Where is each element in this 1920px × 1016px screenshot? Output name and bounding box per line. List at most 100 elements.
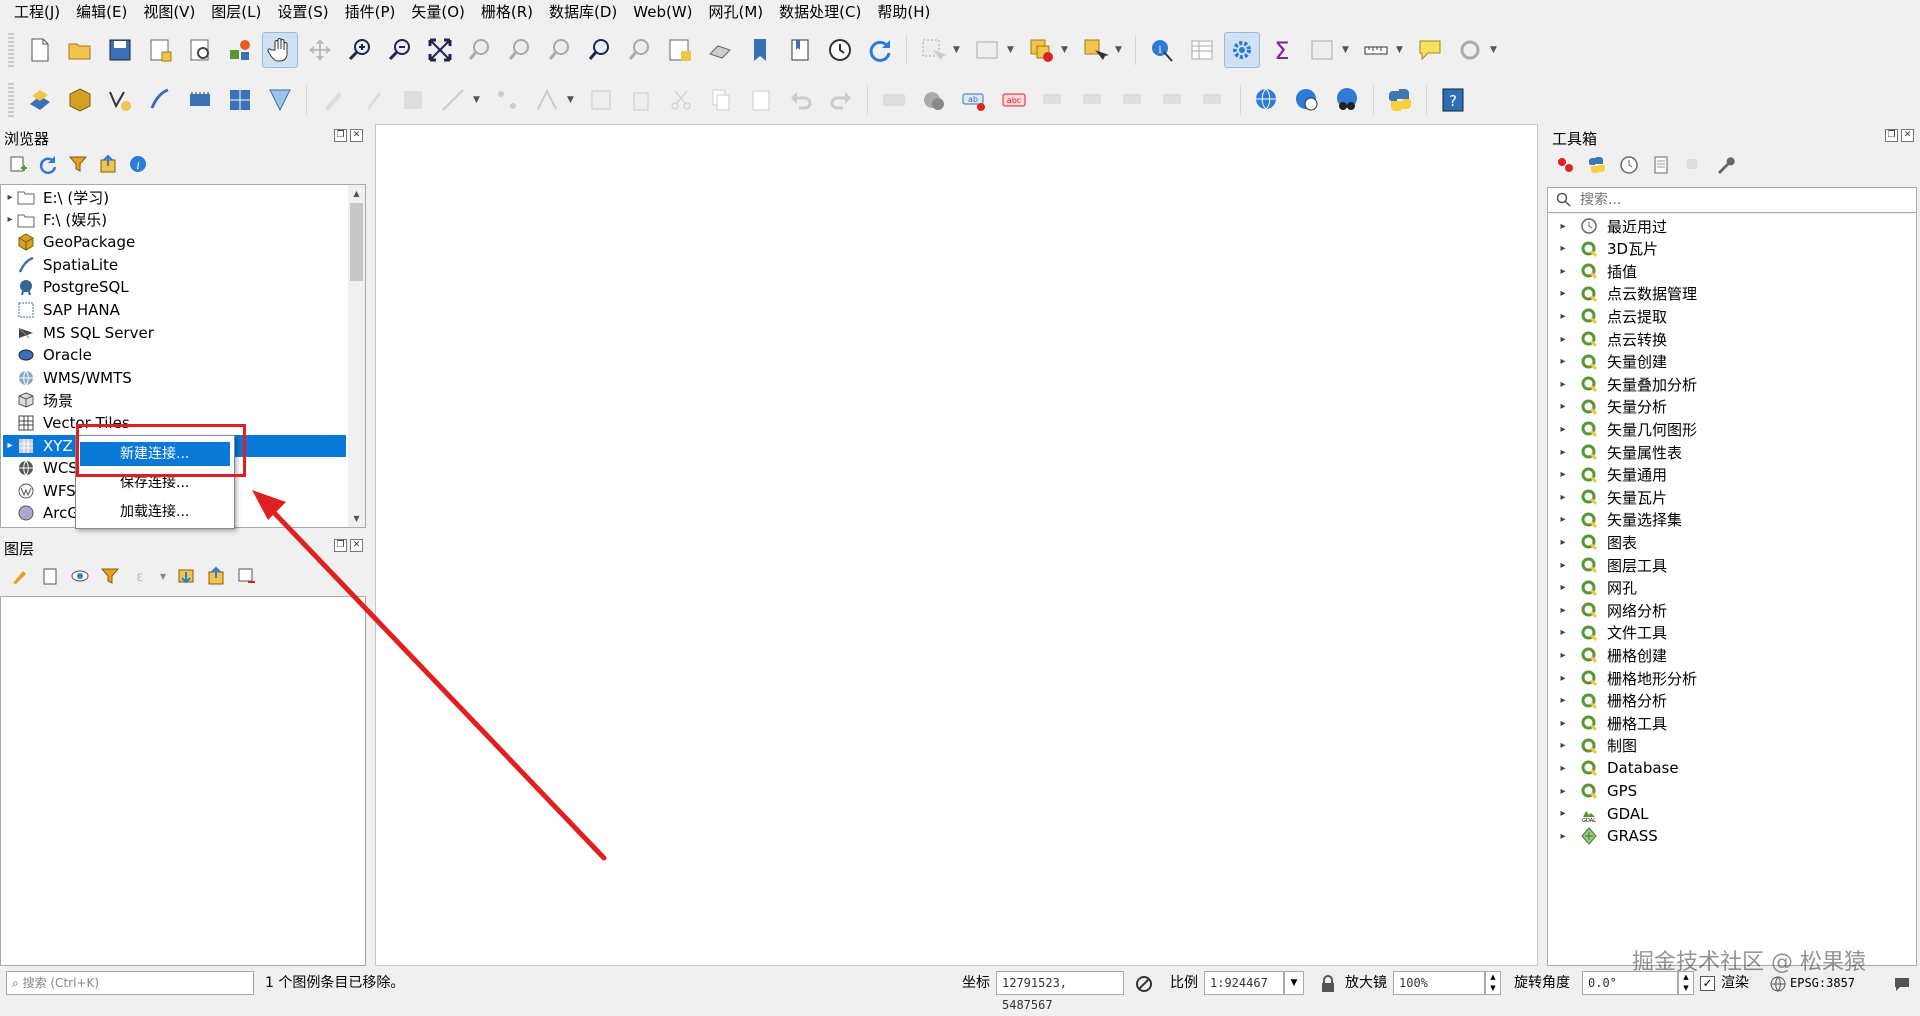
expand-arrow-icon[interactable]: ▸ [1556, 627, 1570, 638]
toolbox-group[interactable]: ▸ 网络分析 [1556, 599, 1667, 621]
toolbox-group[interactable]: ▸ 矢量瓦片 [1556, 486, 1667, 508]
magnifier-field[interactable]: 100% [1393, 971, 1485, 995]
scale-field[interactable]: 1:924467 [1204, 971, 1284, 995]
show-hide-labels-icon[interactable] [1076, 82, 1112, 118]
options-wrench-icon[interactable] [1715, 155, 1735, 175]
toolbox-group[interactable]: ▸ 栅格创建 [1556, 644, 1667, 666]
processing-gear-icon[interactable] [1224, 32, 1260, 68]
refresh-icon[interactable] [38, 154, 58, 174]
expand-arrow-icon[interactable]: ▸ [1556, 808, 1570, 819]
toolbox-group[interactable]: ▸ 制图 [1556, 735, 1637, 757]
expand-arrow-icon[interactable]: ▸ [1556, 401, 1570, 412]
browser-item[interactable]: 场景 [3, 389, 343, 411]
style-manager-icon[interactable] [222, 32, 258, 68]
history-icon[interactable] [1619, 155, 1639, 175]
toolbox-group[interactable]: ▸ 栅格分析 [1556, 690, 1667, 712]
select-location-icon[interactable] [1077, 32, 1113, 68]
zoom-to-selection-icon[interactable] [462, 32, 498, 68]
metasearch-icon[interactable] [1329, 82, 1365, 118]
menu-item[interactable]: 工程(J) [6, 0, 68, 24]
dropdown-arrow-icon[interactable]: ▼ [953, 45, 963, 55]
expand-arrow-icon[interactable]: ▸ [3, 440, 17, 451]
pan-hand-icon[interactable] [262, 32, 298, 68]
statistics-sigma-icon[interactable]: Σ [1264, 32, 1300, 68]
info-icon[interactable]: i [128, 154, 148, 174]
float-panel-icon[interactable]: ❐ [1885, 129, 1898, 142]
expand-arrow-icon[interactable]: ▸ [3, 192, 17, 203]
filter-legend-icon[interactable] [100, 566, 120, 586]
zoom-in-icon[interactable] [342, 32, 378, 68]
close-panel-icon[interactable]: ✕ [350, 129, 363, 142]
toolbox-group[interactable]: ▸ 插值 [1556, 260, 1637, 282]
undo-icon[interactable] [783, 82, 819, 118]
add-wfs-layer-icon[interactable] [1289, 82, 1325, 118]
select-by-value-icon[interactable] [969, 32, 1005, 68]
toolbox-group[interactable]: ▸ 网孔 [1556, 577, 1637, 599]
dropdown-arrow-icon[interactable]: ▼ [1396, 45, 1406, 55]
expand-arrow-icon[interactable]: ▸ [1556, 831, 1570, 842]
expand-arrow-icon[interactable]: ▸ [1556, 469, 1570, 480]
expand-arrow-icon[interactable]: ▸ [1556, 514, 1570, 525]
save-project-icon[interactable] [102, 32, 138, 68]
layer-diagram-icon[interactable]: abc [996, 82, 1032, 118]
browser-item[interactable]: SAP HANA [3, 299, 343, 321]
dropdown-arrow-icon[interactable]: ▼ [1490, 45, 1500, 55]
expand-arrow-icon[interactable]: ▸ [1556, 740, 1570, 751]
new-3d-view-icon[interactable] [702, 32, 738, 68]
collapse-all-icon[interactable] [206, 566, 226, 586]
add-layer-icon[interactable] [8, 154, 28, 174]
new-print-layout-icon[interactable] [142, 32, 178, 68]
expand-arrow-icon[interactable]: ▸ [1556, 311, 1570, 322]
new-shapefile-layer-icon[interactable] [102, 82, 138, 118]
magnifier-spinner[interactable]: ▲ ▼ [1485, 971, 1501, 995]
toolbox-group[interactable]: ▸ GPS [1556, 780, 1637, 802]
crs-globe-icon[interactable] [1770, 976, 1786, 992]
scroll-up-icon[interactable]: ▲ [348, 185, 365, 202]
add-wms-layer-icon[interactable] [1249, 82, 1285, 118]
new-virtual-layer-icon[interactable] [222, 82, 258, 118]
expand-arrow-icon[interactable]: ▸ [1556, 447, 1570, 458]
python-console-icon[interactable] [1382, 82, 1418, 118]
toolbox-group[interactable]: ▸ 栅格地形分析 [1556, 667, 1697, 689]
messages-icon[interactable] [1893, 975, 1911, 993]
filter-expression-icon[interactable]: ε [130, 566, 150, 586]
layer-labeling-icon[interactable]: ab [956, 82, 992, 118]
save-edits-icon[interactable] [395, 82, 431, 118]
new-temporary-layer-icon[interactable] [182, 82, 218, 118]
coordinate-field[interactable]: 12791523, 5487567 [996, 971, 1124, 1012]
toolbox-group[interactable]: ▸ 矢量属性表 [1556, 441, 1682, 463]
toolbox-group[interactable]: ▸ 最近用过 [1556, 215, 1667, 237]
expand-arrow-icon[interactable]: ▸ [1556, 650, 1570, 661]
toolbox-group[interactable]: ▸ 矢量几何图形 [1556, 418, 1697, 440]
show-bookmarks-icon[interactable] [782, 32, 818, 68]
dropdown-arrow-icon[interactable]: ▼ [1342, 45, 1352, 55]
expand-arrow-icon[interactable]: ▸ [1556, 605, 1570, 616]
attribute-table-icon[interactable] [1184, 32, 1220, 68]
toolbox-group[interactable]: ▸ 点云转换 [1556, 328, 1667, 350]
locator-search[interactable]: ⌕ 搜索 (Ctrl+K) [6, 971, 254, 995]
expand-arrow-icon[interactable]: ▸ [1556, 537, 1570, 548]
render-checkbox[interactable]: ✓ [1700, 976, 1715, 991]
expand-arrow-icon[interactable]: ▸ [1556, 718, 1570, 729]
delete-selected-icon[interactable] [623, 82, 659, 118]
open-table-icon[interactable] [1304, 32, 1340, 68]
expand-arrow-icon[interactable]: ▸ [1556, 288, 1570, 299]
select-features-icon[interactable] [915, 32, 951, 68]
new-map-view-icon[interactable] [662, 32, 698, 68]
expand-arrow-icon[interactable]: ▸ [1556, 243, 1570, 254]
menu-item[interactable]: 帮助(H) [869, 0, 938, 24]
toolbox-group[interactable]: ▸ 图表 [1556, 531, 1637, 553]
cut-features-icon[interactable] [663, 82, 699, 118]
paste-features-icon[interactable] [743, 82, 779, 118]
expand-arrow-icon[interactable]: ▸ [1556, 334, 1570, 345]
label-tool-icon[interactable] [876, 82, 912, 118]
toolbox-group[interactable]: ▸ 矢量通用 [1556, 464, 1667, 486]
toolbar-grip[interactable] [8, 83, 14, 117]
zoom-next-icon[interactable] [622, 32, 658, 68]
current-edits-icon[interactable] [315, 82, 351, 118]
close-panel-icon[interactable]: ✕ [1901, 129, 1914, 142]
toolbox-group[interactable]: ▸ GRASS [1556, 825, 1657, 847]
expand-arrow-icon[interactable]: ▸ [3, 214, 17, 225]
dropdown-arrow-icon[interactable]: ▼ [1061, 45, 1071, 55]
menu-item[interactable]: 插件(P) [337, 0, 404, 24]
